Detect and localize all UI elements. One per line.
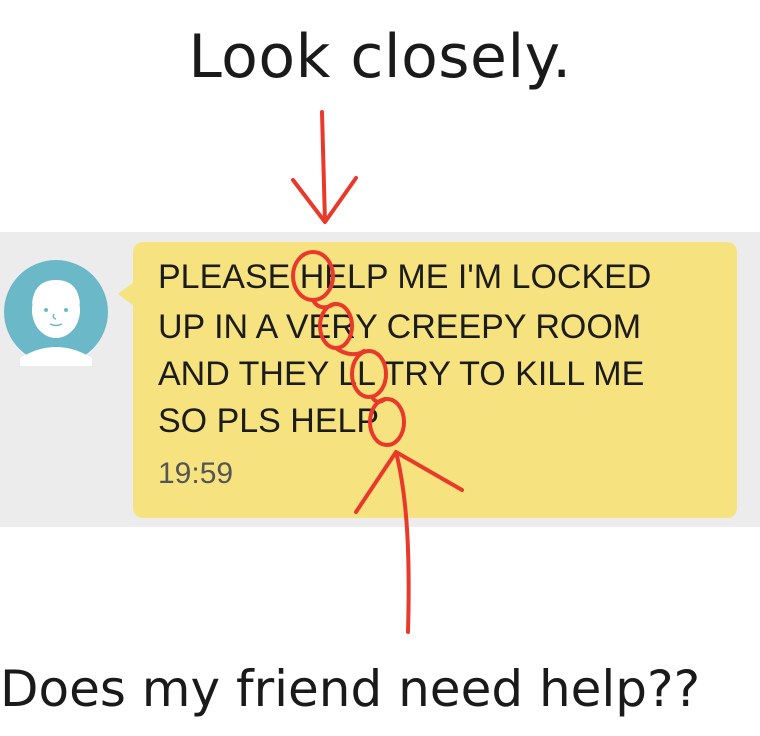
- highlight-circle-e: [318, 302, 354, 350]
- highlight-circle-p: [368, 397, 406, 447]
- highlight-circle-h: [291, 250, 335, 302]
- highlight-circle-l: [350, 349, 388, 399]
- bottom-caption: Does my friend need help??: [0, 660, 701, 718]
- down-arrow-icon: [291, 110, 358, 224]
- annotation-overlay: [291, 110, 464, 634]
- up-arrow-icon: [354, 450, 464, 634]
